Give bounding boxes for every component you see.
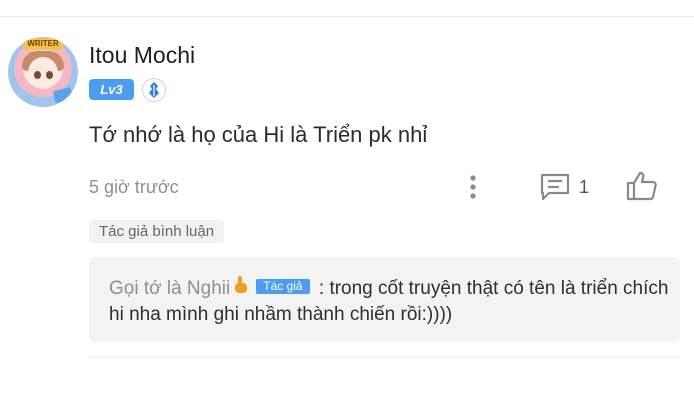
- reply-author-chip: Tác giả: [256, 279, 310, 294]
- avatar-book-decoration: [52, 86, 74, 104]
- reply-author[interactable]: Gọi tớ là Nghii: [109, 278, 230, 299]
- thumbs-up-icon[interactable]: [625, 170, 659, 202]
- reply-content: Gọi tớ là Nghii Tác giả : trong cốt truy…: [109, 275, 669, 327]
- top-divider: [0, 16, 694, 17]
- reply-separator: :: [313, 278, 330, 299]
- more-vertical-icon[interactable]: [465, 174, 481, 200]
- username[interactable]: Itou Mochi: [89, 42, 195, 69]
- avatar-eye-right: [46, 71, 53, 79]
- pointing-hand-icon: [232, 275, 250, 302]
- level-badge: Lv3: [89, 79, 134, 100]
- comment-timestamp: 5 giờ trước: [89, 177, 179, 197]
- comment-text: Tớ nhớ là họ của Hi là Triển pk nhỉ: [89, 122, 428, 147]
- rank-shield-icon: [142, 78, 166, 102]
- avatar[interactable]: WRITER: [8, 37, 78, 107]
- reply-box[interactable]: Gọi tớ là Nghii Tác giả : trong cốt truy…: [89, 257, 680, 342]
- comment-icon[interactable]: [539, 172, 571, 202]
- bottom-divider: [89, 356, 680, 357]
- reply-count: 1: [579, 177, 590, 197]
- avatar-eye-left: [34, 71, 41, 79]
- comment-author-tag: Tác giả bình luận: [89, 220, 225, 243]
- avatar-face: [28, 57, 58, 89]
- avatar-frame-label: WRITER: [22, 38, 64, 50]
